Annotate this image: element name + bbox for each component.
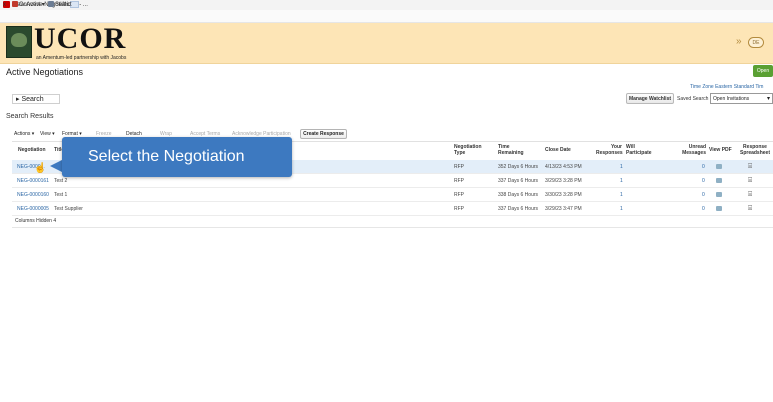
column-header-will-participate[interactable]: Will Participate: [626, 144, 658, 156]
column-header-view-pdf[interactable]: View PDF: [709, 147, 732, 153]
spreadsheet-icon[interactable]: ⌸: [748, 163, 752, 170]
view-menu[interactable]: View ▾: [40, 130, 55, 138]
column-header-close-date[interactable]: Close Date: [545, 147, 571, 153]
negotiation-link[interactable]: NEG-0000160: [17, 192, 49, 198]
row-type: RFP: [454, 178, 464, 184]
column-header-your-responses[interactable]: Your Responses: [596, 144, 623, 156]
notifications-icon[interactable]: »: [736, 36, 742, 48]
saved-search-value: Open Invitations: [713, 96, 750, 102]
negotiation-link[interactable]: NEG-0000005: [17, 206, 49, 212]
search-results-title: Search Results: [6, 113, 54, 120]
convert-button[interactable]: Convert ▾: [12, 1, 45, 10]
row-close-date: 3/30/23 3:28 PM: [545, 192, 582, 198]
row-title: Test 2: [54, 178, 68, 184]
manage-watchlist-button[interactable]: Manage Watchlist: [626, 93, 674, 104]
pdf-icon[interactable]: [716, 164, 722, 169]
row-unread-messages[interactable]: 0: [702, 164, 705, 170]
row-time-remaining: 352 Days 6 Hours: [498, 164, 539, 170]
logo-emblem-icon: [6, 26, 32, 58]
convert-label: Convert: [19, 2, 41, 8]
row-your-responses[interactable]: 1: [620, 206, 623, 212]
pdf-icon[interactable]: [716, 178, 722, 183]
column-header-response-spreadsheet[interactable]: Response Spreadsheet: [738, 144, 772, 156]
row-type: RFP: [454, 192, 464, 198]
search-section-label: Search: [21, 96, 44, 103]
timezone-link[interactable]: Time Zone Eastern Standard Tim: [690, 84, 763, 90]
callout-pointer: [50, 160, 62, 172]
column-header-unread-messages[interactable]: Unread Messages: [678, 144, 706, 156]
spreadsheet-icon[interactable]: ⌸: [748, 191, 752, 198]
columns-hidden-count: Columns Hidden 4: [15, 218, 57, 224]
chevron-down-icon: ▾: [41, 2, 45, 8]
tutorial-callout-text: Select the Negotiation: [88, 148, 245, 165]
row-your-responses[interactable]: 1: [620, 178, 623, 184]
convert-icon: [12, 1, 18, 7]
row-time-remaining: 338 Days 6 Hours: [498, 192, 539, 198]
page-title: Active Negotiations: [6, 67, 84, 77]
row-unread-messages[interactable]: 0: [702, 178, 705, 184]
row-type: RFP: [454, 164, 464, 170]
actions-menu[interactable]: Actions ▾: [14, 130, 34, 138]
expand-icon: ▸: [16, 96, 20, 103]
spreadsheet-icon[interactable]: ⌸: [748, 205, 752, 212]
row-close-date: 3/29/23 3:28 PM: [545, 178, 582, 184]
saved-search-select[interactable]: Open Invitations ▾: [710, 93, 773, 104]
close-command-icon[interactable]: x: [3, 1, 6, 10]
spreadsheet-icon[interactable]: ⌸: [748, 177, 752, 184]
user-avatar[interactable]: DE: [748, 37, 764, 48]
column-header-time-remaining[interactable]: Time Remaining: [498, 144, 526, 156]
column-header-type[interactable]: Negotiation Type: [454, 144, 488, 156]
row-unread-messages[interactable]: 0: [702, 206, 705, 212]
select-label: Select: [55, 2, 72, 8]
pdf-icon[interactable]: [716, 192, 722, 197]
row-time-remaining: 337 Days 6 Hours: [498, 206, 539, 212]
row-close-date: 4/13/23 4:53 PM: [545, 164, 582, 170]
pdf-icon[interactable]: [716, 206, 722, 211]
row-time-remaining: 337 Days 6 Hours: [498, 178, 539, 184]
table-row[interactable]: NEG-0000160 Test 1 RFP 338 Days 6 Hours …: [12, 188, 773, 202]
row-title: Test Supplier: [54, 206, 83, 212]
table-row[interactable]: NEG-0000005 Test Supplier RFP 337 Days 6…: [12, 202, 773, 216]
row-type: RFP: [454, 206, 464, 212]
hand-cursor-icon: ☝: [34, 163, 47, 174]
logo-text: UCOR: [34, 22, 127, 55]
open-button[interactable]: Open: [753, 65, 773, 77]
divider: [12, 227, 773, 228]
chevron-down-icon: ▾: [766, 96, 770, 102]
row-unread-messages[interactable]: 0: [702, 192, 705, 198]
row-title: Test 1: [54, 192, 68, 198]
row-your-responses[interactable]: 1: [620, 192, 623, 198]
column-header-negotiation[interactable]: Negotiation: [18, 147, 46, 153]
search-section-toggle[interactable]: ▸ Search: [12, 94, 60, 104]
select-icon: [48, 1, 54, 7]
create-response-button[interactable]: Create Response: [300, 129, 347, 139]
row-your-responses[interactable]: 1: [620, 164, 623, 170]
logo-subtitle: an Amentum-led partnership with Jacobs: [36, 55, 127, 61]
negotiation-link[interactable]: NEG-0000161: [17, 178, 49, 184]
row-close-date: 3/29/23 3:47 PM: [545, 206, 582, 212]
select-button[interactable]: Select: [48, 1, 72, 10]
saved-search-label: Saved Search: [677, 96, 709, 102]
